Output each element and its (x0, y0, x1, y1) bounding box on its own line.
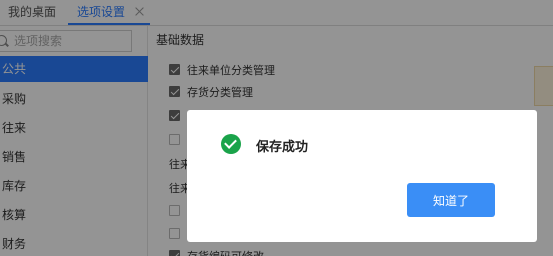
check-circle-icon (221, 134, 241, 154)
ok-button[interactable]: 知道了 (407, 183, 495, 217)
success-dialog: 保存成功 知道了 (187, 110, 537, 242)
dialog-message: 保存成功 (256, 140, 309, 155)
